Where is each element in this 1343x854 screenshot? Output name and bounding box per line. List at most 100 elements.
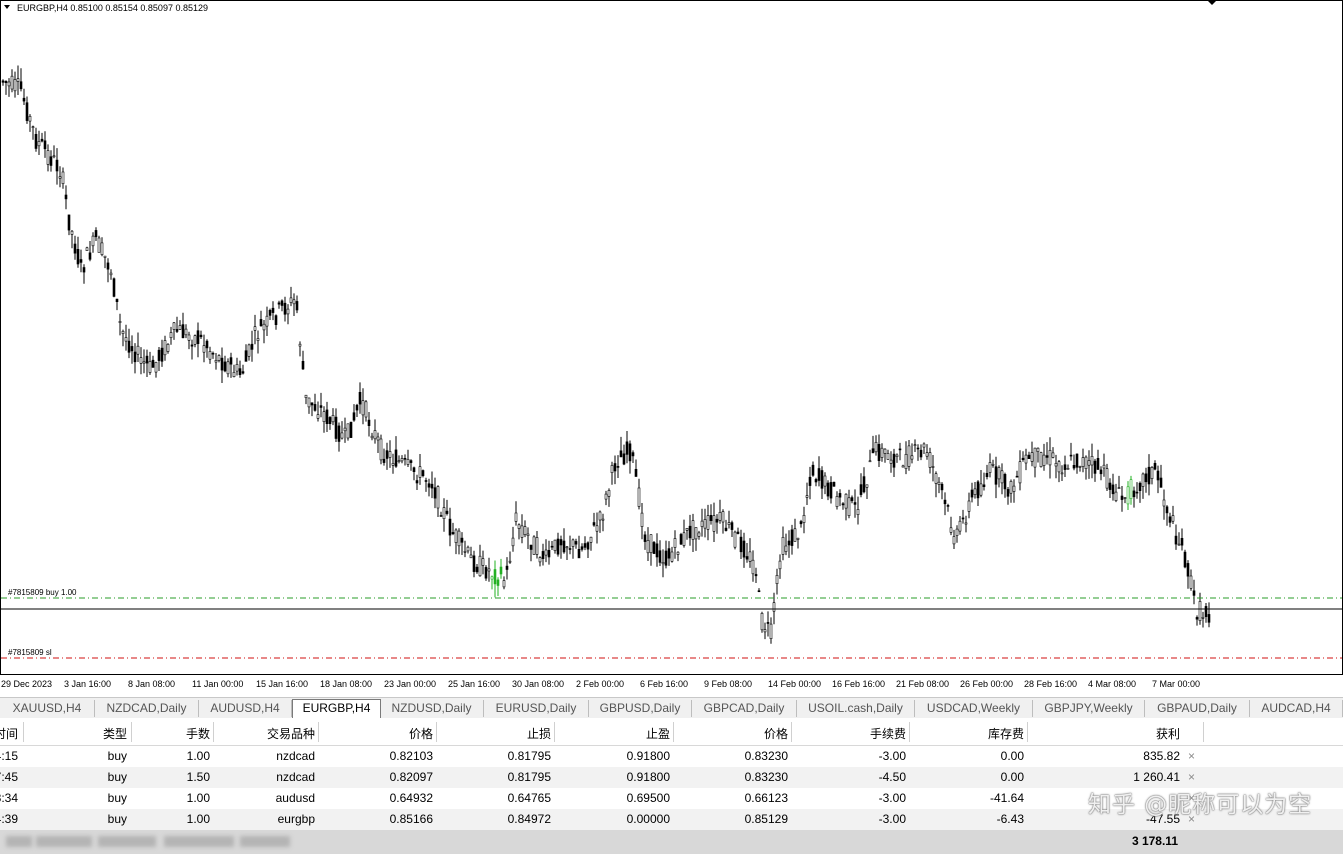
candle-body [925, 452, 929, 457]
candle-body [901, 465, 905, 468]
candle-body [1180, 537, 1184, 546]
cell-commission: -3.00 [878, 749, 906, 763]
candle-body [307, 397, 311, 408]
candle-body [262, 323, 266, 331]
candle-body [853, 502, 857, 505]
candle-body [580, 546, 584, 550]
column-header-symbol[interactable]: 交易品种 [267, 725, 315, 742]
candle-body [241, 371, 245, 374]
column-header-open-price[interactable]: 价格 [409, 725, 433, 742]
column-header-current-price[interactable]: 价格 [764, 725, 788, 742]
candle-body [52, 155, 56, 158]
candle-body [1000, 470, 1004, 484]
chart-menu-arrow-icon[interactable] [4, 5, 10, 9]
tab-nzdcad-daily[interactable]: NZDCAD,Daily [95, 700, 199, 717]
candle-body [511, 537, 515, 547]
candle-body [310, 402, 314, 406]
column-separator[interactable] [554, 722, 555, 742]
candle-body [541, 551, 545, 560]
tab-usoil-cash-daily[interactable]: USOIL.cash,Daily [797, 700, 915, 717]
close-position-icon[interactable]: × [1188, 770, 1195, 784]
candle-body [928, 452, 932, 468]
candle-body [691, 520, 695, 540]
candle-body [418, 466, 422, 478]
candle-body [430, 483, 434, 489]
column-separator[interactable] [1203, 722, 1204, 742]
close-position-icon[interactable]: × [1188, 749, 1195, 763]
candlestick-chart[interactable] [0, 0, 1343, 697]
tab-nzdusd-daily[interactable]: NZDUSD,Daily [380, 700, 484, 717]
candle-body [565, 546, 569, 549]
column-separator[interactable] [131, 722, 132, 742]
cell-take-profit: 0.91800 [626, 749, 670, 763]
time-tick-label: 26 Feb 00:00 [960, 679, 1014, 689]
candle-body [238, 368, 242, 376]
candle-body [463, 550, 467, 553]
column-header-stop-loss[interactable]: 止损 [527, 725, 551, 742]
candle-body [184, 328, 188, 336]
candle-body [622, 453, 626, 465]
candle-body [1123, 497, 1127, 499]
candle-body [421, 470, 425, 476]
time-tick-label: 2 Feb 00:00 [576, 679, 625, 689]
candle-body [340, 432, 344, 439]
candle-body [280, 300, 284, 306]
column-separator[interactable] [436, 722, 437, 742]
candle-body [346, 423, 350, 439]
candle-body [304, 394, 308, 399]
tab-gbpusd-daily[interactable]: GBPUSD,Daily [589, 700, 692, 717]
candle-body [538, 557, 542, 563]
tab-gbpaud-daily[interactable]: GBPAUD,Daily [1145, 700, 1250, 717]
column-separator[interactable] [318, 722, 319, 742]
table-row[interactable]: 4:15 buy 1.00 nzdcad 0.82103 0.81795 0.91800 0.… [0, 746, 1343, 767]
column-header-time[interactable]: 时间 [0, 725, 18, 742]
column-separator[interactable] [213, 722, 214, 742]
candle-body [667, 548, 671, 559]
tab-xauusd-h4[interactable]: XAUUSD,H4 [0, 700, 95, 717]
candle-body [1171, 515, 1175, 522]
column-separator[interactable] [673, 722, 674, 742]
tab-eurgbp-h4[interactable]: EURGBP,H4 [292, 699, 381, 718]
column-header-lots[interactable]: 手数 [186, 725, 210, 742]
column-separator[interactable] [23, 722, 24, 742]
candle-body [196, 330, 200, 345]
candle-body [1153, 462, 1157, 470]
candle-body [1090, 455, 1094, 466]
tab-usdcad-weekly[interactable]: USDCAD,Weekly [915, 700, 1033, 717]
candle-body [361, 400, 365, 416]
chart-shift-marker-icon[interactable] [1207, 0, 1217, 5]
candle-body [1012, 485, 1016, 492]
candle-body [1162, 499, 1166, 507]
candle-body [688, 525, 692, 539]
column-header-type[interactable]: 类型 [103, 725, 127, 742]
candle-body [211, 352, 215, 355]
candle-body [847, 497, 851, 516]
candle-body [679, 534, 683, 545]
cell-symbol: nzdcad [276, 749, 315, 763]
tab-gbpjpy-weekly[interactable]: GBPJPY,Weekly [1033, 700, 1145, 717]
candle-body [55, 159, 59, 172]
column-header-take-profit[interactable]: 止盈 [646, 725, 670, 742]
tab-audcad-h4[interactable]: AUDCAD,H4 [1250, 700, 1343, 717]
tab-gbpcad-daily[interactable]: GBPCAD,Daily [692, 700, 797, 717]
column-separator[interactable] [1027, 722, 1028, 742]
candle-body [1036, 447, 1040, 452]
candle-body [655, 543, 659, 558]
column-separator[interactable] [791, 722, 792, 742]
column-header-swap[interactable]: 库存费 [988, 725, 1024, 742]
candle-body [988, 462, 992, 473]
candle-body [718, 511, 722, 521]
column-separator[interactable] [909, 722, 910, 742]
tab-eurusd-daily[interactable]: EURUSD,Daily [484, 700, 589, 717]
candle-body [1057, 461, 1061, 473]
candle-body [535, 537, 539, 555]
candle-body [952, 536, 956, 545]
price-chart[interactable]: EURGBP,H4 0.85100 0.85154 0.85097 0.8512… [0, 0, 1343, 697]
candle-body [544, 549, 548, 556]
candle-body [1075, 453, 1079, 468]
candle-body [469, 554, 473, 559]
tab-audusd-h4[interactable]: AUDUSD,H4 [199, 700, 292, 717]
column-header-commission[interactable]: 手续费 [870, 725, 906, 742]
column-header-profit[interactable]: 获利 [1156, 725, 1180, 742]
candle-body [259, 319, 263, 327]
